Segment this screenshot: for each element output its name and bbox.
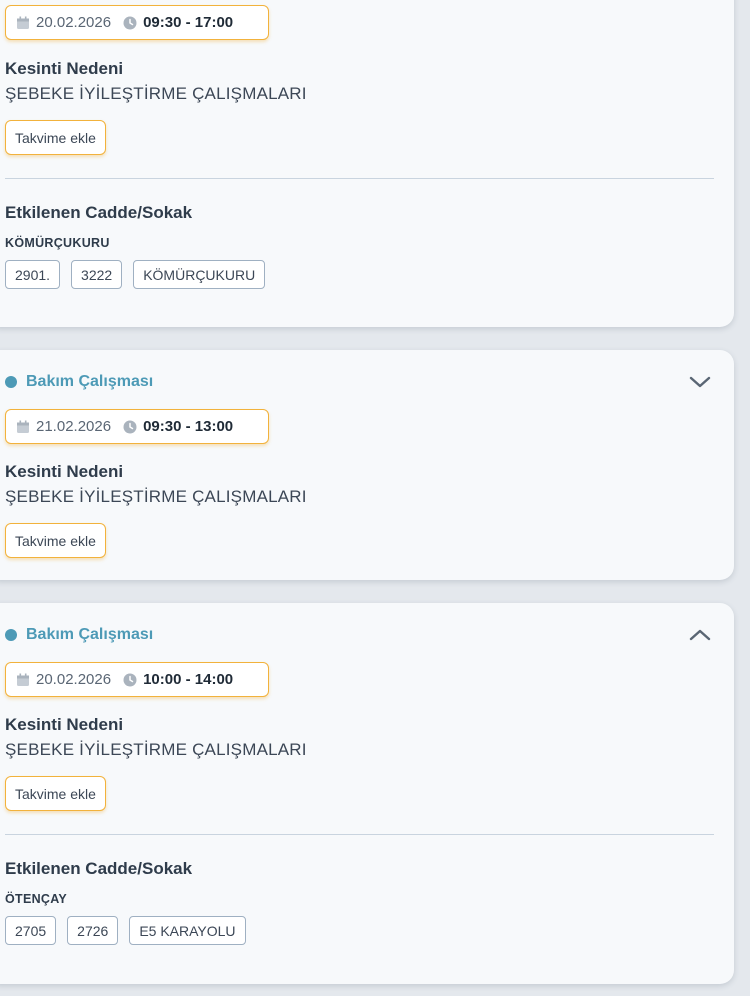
- calendar-icon: [16, 16, 30, 30]
- street-chip: E5 KARAYOLU: [129, 916, 246, 945]
- outage-type-label: Bakım Çalışması: [26, 373, 154, 390]
- street-chips: 2705 2726 E5 KARAYOLU: [5, 916, 246, 945]
- reason-title: Kesinti Nedeni: [5, 462, 124, 481]
- clock-icon: [123, 673, 137, 687]
- street-chip: 2901.: [5, 260, 61, 289]
- time-text: 09:30 - 13:00: [143, 418, 234, 435]
- reason-value: ŞEBEKE İYİLEŞTİRME ÇALIŞMALARI: [5, 740, 307, 759]
- reason-title: Kesinti Nedeni: [5, 59, 124, 78]
- add-to-calendar-button[interactable]: Takvime ekle: [5, 120, 106, 155]
- chevron-down-icon[interactable]: [688, 372, 712, 392]
- clock-icon: [123, 420, 137, 434]
- street-chip: 3222: [71, 260, 123, 289]
- date-text: 20.02.2026: [36, 14, 112, 31]
- streets-title: Etkilenen Cadde/Sokak: [5, 859, 193, 878]
- street-chip: 2705: [5, 916, 57, 945]
- outage-type-row: Bakım Çalışması: [5, 372, 153, 392]
- street-chips: 2901. 3222 KÖMÜRÇUKURU: [5, 260, 266, 289]
- date-time-box: 20.02.2026 09:30 - 17:00: [5, 5, 269, 40]
- status-dot-icon: [5, 376, 17, 388]
- divider: [5, 178, 714, 179]
- date-text: 20.02.2026: [36, 671, 112, 688]
- add-to-calendar-button[interactable]: Takvime ekle: [5, 776, 106, 811]
- calendar-icon: [16, 420, 30, 434]
- status-dot-icon: [5, 629, 17, 641]
- date-time-box: 21.02.2026 09:30 - 13:00: [5, 409, 269, 444]
- street-chip: 2726: [67, 916, 119, 945]
- outage-card: 20.02.2026 09:30 - 17:00 Kesinti Nedeni …: [0, 0, 734, 327]
- outage-card[interactable]: Bakım Çalışması 21.02.2026 09:30 - 13:00…: [0, 350, 734, 580]
- date-time-box: 20.02.2026 10:00 - 14:00: [5, 662, 269, 697]
- add-to-calendar-button[interactable]: Takvime ekle: [5, 523, 106, 558]
- reason-value: ŞEBEKE İYİLEŞTİRME ÇALIŞMALARI: [5, 84, 307, 103]
- outage-card[interactable]: Bakım Çalışması 20.02.2026 10:00 - 14:00…: [0, 603, 734, 984]
- chevron-up-icon[interactable]: [688, 625, 712, 645]
- district-name: KÖMÜRÇUKURU: [5, 236, 110, 250]
- outage-type-label: Bakım Çalışması: [26, 626, 154, 643]
- street-chip: KÖMÜRÇUKURU: [133, 260, 266, 289]
- divider: [5, 834, 714, 835]
- outage-type-row: Bakım Çalışması: [5, 625, 153, 645]
- streets-title: Etkilenen Cadde/Sokak: [5, 203, 193, 222]
- clock-icon: [123, 16, 137, 30]
- district-name: ÖTENÇAY: [5, 892, 68, 906]
- time-text: 09:30 - 17:00: [143, 14, 234, 31]
- calendar-icon: [16, 673, 30, 687]
- reason-title: Kesinti Nedeni: [5, 715, 124, 734]
- time-text: 10:00 - 14:00: [143, 671, 234, 688]
- date-text: 21.02.2026: [36, 418, 112, 435]
- reason-value: ŞEBEKE İYİLEŞTİRME ÇALIŞMALARI: [5, 487, 307, 506]
